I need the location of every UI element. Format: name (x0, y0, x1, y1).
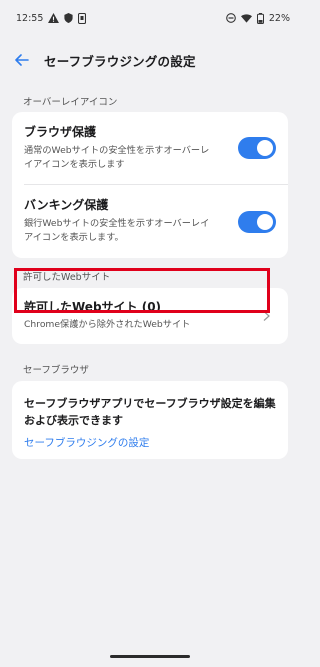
section-label-allowed: 許可したWebサイト (23, 272, 111, 283)
battery-percent: 22% (268, 12, 290, 24)
status-time: 12:55 (16, 12, 44, 24)
browser-protection-desc: 通常のWebサイトの安全性を示すオーバーレイアイコンを表示します (24, 145, 210, 170)
allowed-sites-title: 許可したWebサイト (0) (24, 300, 162, 314)
back-button[interactable] (2, 44, 42, 76)
allowed-card: 許可したWebサイト (0) Chrome保護から除外されたWebサイト (12, 288, 288, 344)
allowed-sites-desc: Chrome保護から除外されたWebサイト (24, 319, 191, 330)
wifi-icon (240, 13, 252, 23)
banking-protection-desc: 銀行Webサイトの安全性を示すオーバーレイアイコンを表示します。 (24, 218, 210, 243)
overlay-card: ブラウザ保護 通常のWebサイトの安全性を示すオーバーレイアイコンを表示します … (12, 112, 288, 258)
section-label-safe-browser: セーフブラウザ (23, 365, 89, 376)
warning-icon (48, 13, 60, 23)
page-title: セーフブラウジングの設定 (44, 53, 196, 69)
browser-protection-row[interactable]: ブラウザ保護 通常のWebサイトの安全性を示すオーバーレイアイコンを表示します (12, 112, 288, 184)
status-bar: 12:55 22% (0, 0, 300, 36)
banking-protection-toggle[interactable] (238, 210, 276, 233)
section-label-overlay: オーバーレイアイコン (23, 97, 118, 108)
browser-protection-toggle[interactable] (238, 137, 276, 159)
gesture-nav-bar[interactable] (110, 655, 190, 658)
safe-browser-info: セーフブラウザアプリでセーフブラウザ設定を編集および表示できます (24, 397, 276, 427)
banking-protection-row[interactable]: バンキング保護 銀行Webサイトの安全性を示すオーバーレイアイコンを表示します。 (12, 185, 288, 258)
back-arrow-icon (15, 51, 29, 70)
chevron-right-icon (263, 307, 270, 326)
banking-protection-title: バンキング保護 (24, 198, 109, 212)
phone-icon (78, 12, 87, 24)
safe-browsing-settings-link[interactable]: セーフブラウジングの設定 (24, 435, 276, 450)
battery-icon (256, 12, 264, 24)
allowed-sites-row[interactable]: 許可したWebサイト (0) Chrome保護から除外されたWebサイト (12, 288, 288, 344)
app-bar: セーフブラウジングの設定 (0, 44, 300, 76)
safe-browser-card: セーフブラウザアプリでセーフブラウザ設定を編集および表示できます セーフブラウジ… (12, 381, 288, 459)
browser-protection-title: ブラウザ保護 (24, 125, 97, 139)
shield-icon (64, 13, 73, 23)
do-not-disturb-icon (226, 13, 236, 23)
